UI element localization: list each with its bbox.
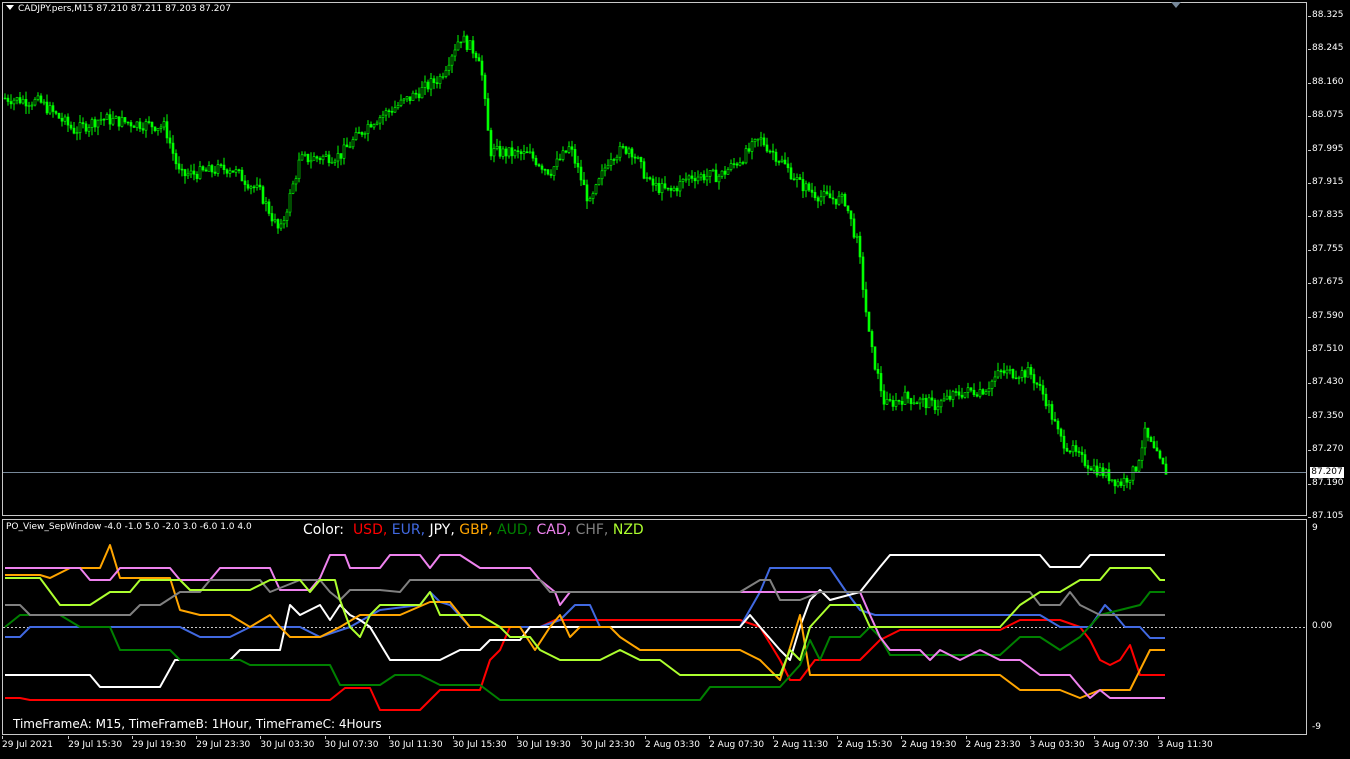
time-tick-label: 30 Jul 07:30	[324, 740, 379, 750]
time-tick-label: 29 Jul 23:30	[196, 740, 251, 750]
time-tick-label: 30 Jul 15:30	[452, 740, 507, 750]
time-axis[interactable]: 29 Jul 2021 29 Jul 15:30 29 Jul 19:30 29 Ju…	[0, 736, 1350, 759]
time-tick-label: 2 Aug 15:30	[837, 740, 893, 750]
indicator-title: PO_View_SepWindow -4.0 -1.0 5.0 -2.0 3.0…	[6, 522, 252, 532]
time-tick-mark	[324, 736, 326, 739]
currency-strength-lines	[3, 544, 1306, 711]
time-tick-mark	[132, 736, 134, 739]
indicator-scale[interactable]: 9 0.00 -9	[1308, 519, 1350, 735]
time-tick-mark	[388, 736, 390, 739]
time-tick-label: 2 Aug 23:30	[965, 740, 1021, 750]
time-tick-label: 30 Jul 03:30	[260, 740, 315, 750]
time-tick-mark	[1029, 736, 1031, 739]
time-tick-mark	[965, 736, 967, 739]
time-tick-mark	[68, 736, 70, 739]
indicator-tick-label: 9	[1312, 523, 1318, 533]
time-tick-label: 2 Aug 07:30	[709, 740, 765, 750]
time-tick-label: 29 Jul 2021	[2, 740, 53, 750]
time-tick-label: 30 Jul 11:30	[388, 740, 443, 750]
legend-item-nzd: NZD	[612, 522, 644, 538]
time-tick-mark	[260, 736, 262, 739]
time-tick-mark	[1093, 736, 1095, 739]
time-tick-label: 3 Aug 11:30	[1157, 740, 1213, 750]
indicator-tick-label: 0.00	[1312, 621, 1333, 631]
time-tick-mark	[773, 736, 775, 739]
time-tick-label: 2 Aug 03:30	[645, 740, 700, 750]
time-tick-label: 29 Jul 19:30	[132, 740, 187, 750]
legend-item-aud: AUD,	[497, 522, 537, 538]
time-tick-label: 30 Jul 23:30	[580, 740, 635, 750]
time-tick-label: 2 Aug 11:30	[773, 740, 829, 750]
color-legend: Color: USD, EUR, JPY, GBP, AUD, CAD, CHF…	[303, 522, 644, 538]
time-tick-mark	[837, 736, 839, 739]
legend-item-jpy: JPY,	[429, 522, 460, 538]
time-tick-mark	[709, 736, 711, 739]
legend-item-eur: EUR,	[391, 522, 430, 538]
time-tick-mark	[452, 736, 454, 739]
time-tick-mark	[1157, 736, 1159, 739]
timeframes-label: TimeFrameA: M15, TimeFrameB: 1Hour, Time…	[13, 717, 382, 731]
time-tick-mark	[580, 736, 582, 739]
time-tick-mark	[516, 736, 518, 739]
time-tick-mark	[2, 736, 3, 739]
time-tick-mark	[645, 736, 646, 739]
time-tick-label: 2 Aug 19:30	[901, 740, 957, 750]
strength-line-gbp	[5, 544, 1165, 699]
time-tick-mark	[196, 736, 198, 739]
time-tick-label: 30 Jul 19:30	[516, 740, 571, 750]
time-tick-label: 29 Jul 15:30	[68, 740, 123, 750]
time-tick-label: 3 Aug 07:30	[1093, 740, 1149, 750]
legend-item-gbp: GBP,	[459, 522, 498, 538]
time-tick-label: 3 Aug 03:30	[1029, 740, 1085, 750]
legend-prefix: Color:	[303, 522, 345, 538]
legend-item-usd: USD,	[352, 522, 392, 538]
time-tick-mark	[901, 736, 903, 739]
legend-item-cad: CAD,	[536, 522, 576, 538]
legend-item-chf: CHF,	[575, 522, 613, 538]
strength-line-usd	[5, 619, 1165, 711]
indicator-tick-label: -9	[1312, 722, 1321, 732]
